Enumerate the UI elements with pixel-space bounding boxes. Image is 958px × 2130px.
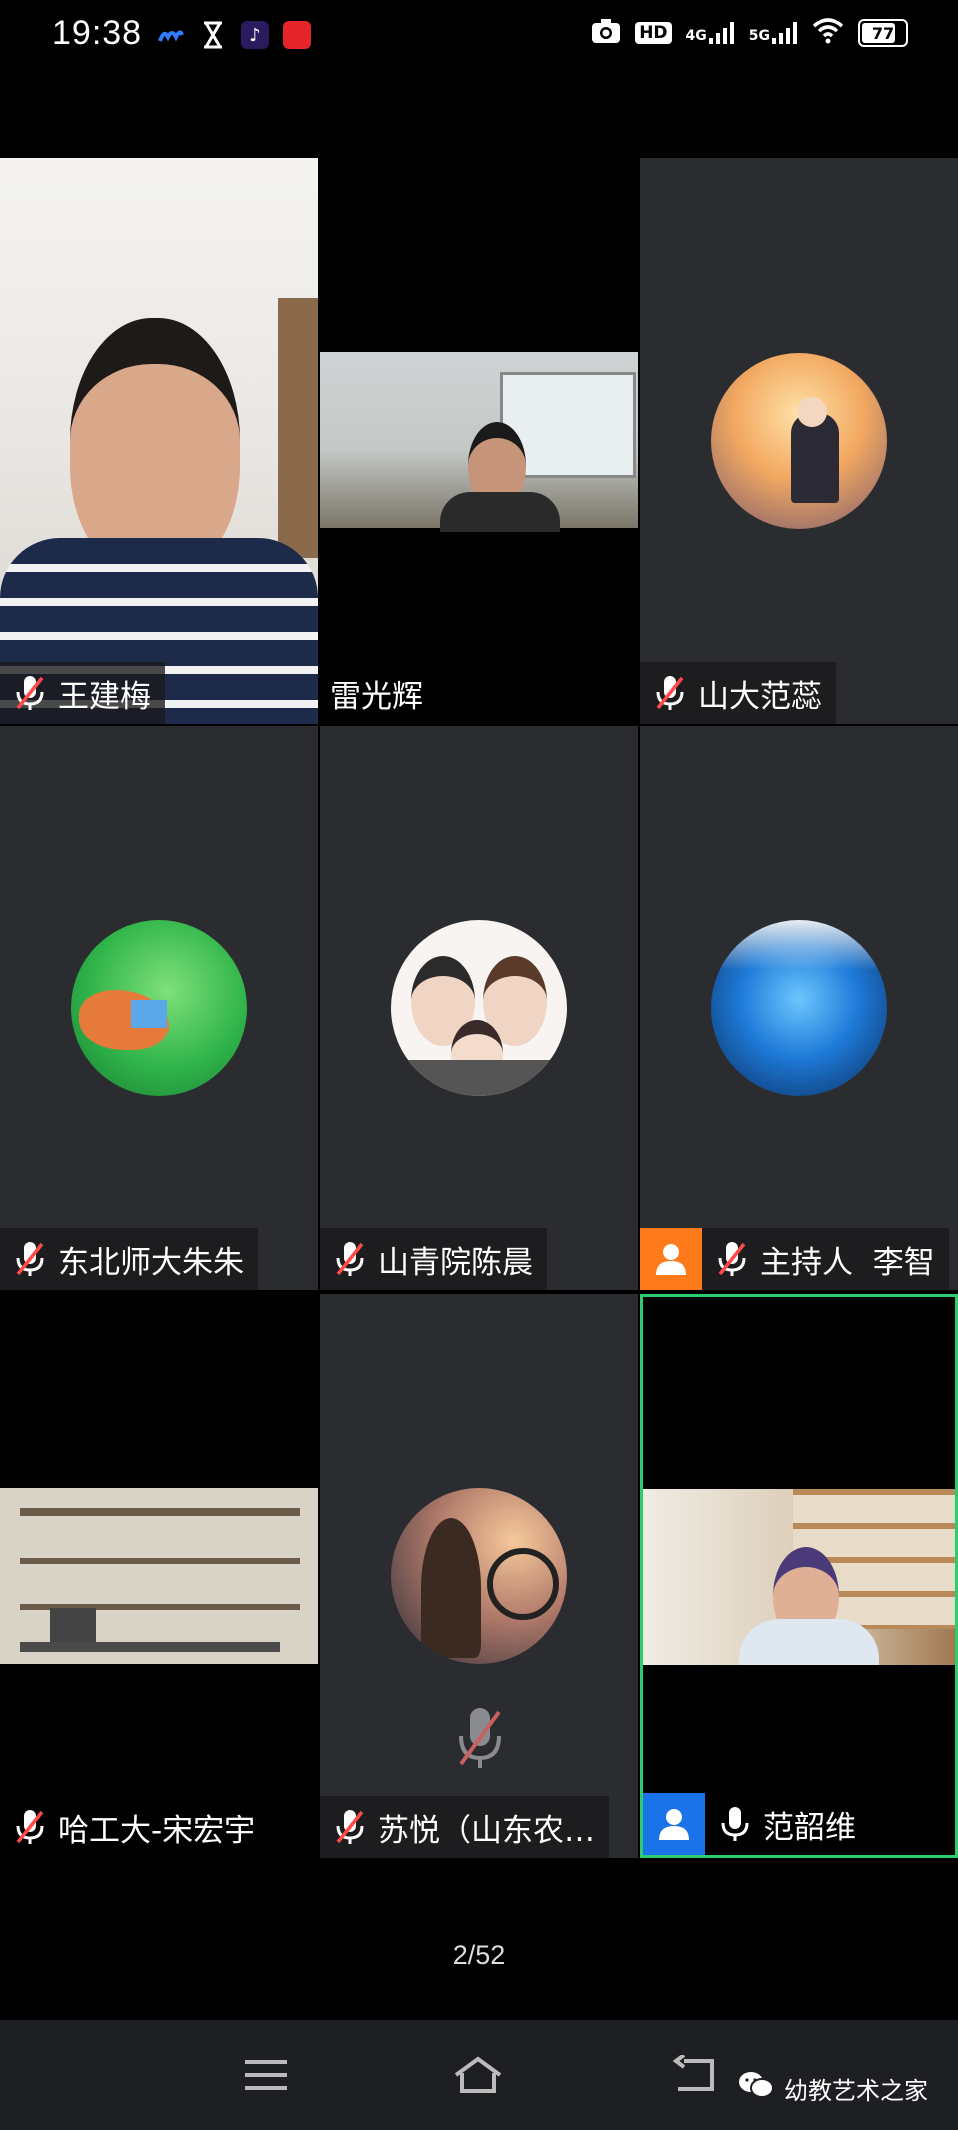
- battery-icon: 77: [858, 19, 908, 47]
- back-nav-button[interactable]: [664, 2050, 724, 2100]
- mic-muted-icon: [10, 673, 50, 713]
- bookshelf-background: [278, 298, 318, 558]
- participant-name: 山青院陈晨: [378, 1244, 533, 1281]
- mic-muted-icon: [330, 1239, 370, 1279]
- mic-on-icon: [715, 1804, 755, 1844]
- page-indicator: 2/52: [452, 1940, 506, 1970]
- participant-name: 王建梅: [58, 678, 151, 715]
- mic-muted-icon: [650, 673, 690, 713]
- participant-name: 雷光辉: [330, 678, 423, 715]
- home-nav-button[interactable]: [448, 2050, 508, 2100]
- participant-avatar: [391, 1488, 567, 1664]
- participant-avatar: [711, 920, 887, 1096]
- host-badge-icon: [640, 1228, 702, 1290]
- participant-tile[interactable]: 山青院陈晨: [320, 726, 638, 1290]
- participant-avatar: [391, 920, 567, 1096]
- participant-namebar: 范韶维: [705, 1793, 870, 1855]
- participant-name: 主持人 李智: [760, 1244, 935, 1281]
- participant-tile[interactable]: 东北师大朱朱: [0, 726, 318, 1290]
- participant-namebar: 雷光辉: [320, 662, 437, 724]
- participant-avatar: [71, 920, 247, 1096]
- hd-voice-icon: HD: [635, 22, 672, 44]
- participant-name: 东北师大朱朱: [58, 1244, 244, 1281]
- participant-video: [320, 352, 638, 532]
- news-app-icon: [282, 20, 312, 50]
- person-body: [440, 492, 560, 532]
- participant-namebar: 主持人 李智: [702, 1228, 949, 1290]
- participant-tile[interactable]: 哈工大-宋宏宇: [0, 1294, 318, 1858]
- wechat-icon: [738, 2070, 774, 2106]
- hourglass-icon: [198, 20, 228, 50]
- self-badge-icon: [643, 1793, 705, 1855]
- participant-name: 山大范蕊: [698, 678, 822, 715]
- mic-muted-icon: [330, 1807, 370, 1847]
- status-time: 19:38: [52, 14, 143, 52]
- mic-muted-icon: [10, 1239, 50, 1279]
- mic-muted-icon: [10, 1807, 50, 1847]
- participant-tile[interactable]: 主持人 李智: [640, 726, 958, 1290]
- participant-tile[interactable]: 山大范蕊: [640, 158, 958, 724]
- person-head: [70, 318, 240, 574]
- participant-name: 哈工大-宋宏宇: [58, 1812, 256, 1849]
- participant-video: [0, 1488, 318, 1664]
- participant-name: 苏悦（山东农…: [378, 1812, 595, 1849]
- participant-avatar: [711, 353, 887, 529]
- participant-namebar: 山青院陈晨: [320, 1228, 547, 1290]
- participant-video: [643, 1489, 955, 1665]
- app-notification-icon: [156, 20, 186, 50]
- participant-tile[interactable]: 雷光辉: [320, 158, 638, 724]
- participant-namebar: 王建梅: [0, 662, 165, 724]
- watermark-text: 幼教艺术之家: [784, 2076, 928, 2105]
- participant-namebar: 哈工大-宋宏宇: [0, 1796, 269, 1858]
- status-bar: 19:38 ♪ HD 4G 5G 77: [0, 0, 958, 72]
- wifi-icon: [812, 18, 844, 48]
- participant-namebar: 山大范蕊: [640, 662, 836, 724]
- participant-namebar: 东北师大朱朱: [0, 1228, 258, 1290]
- participant-namebar: 苏悦（山东农…: [320, 1796, 609, 1858]
- participant-tile[interactable]: 王建梅: [0, 158, 318, 724]
- participant-name: 范韶维: [763, 1809, 856, 1846]
- participant-tile[interactable]: 苏悦（山东农…: [320, 1294, 638, 1858]
- signal-4g-icon: 4G: [686, 22, 735, 44]
- mic-muted-large-icon: [455, 1704, 505, 1774]
- tiktok-icon: ♪: [240, 20, 270, 50]
- wechat-watermark: 幼教艺术之家: [738, 2070, 928, 2106]
- mic-muted-icon: [712, 1239, 752, 1279]
- signal-5g-icon: 5G: [749, 22, 798, 44]
- menu-nav-button[interactable]: [236, 2050, 296, 2100]
- camera-icon: [591, 18, 621, 48]
- participant-tile-active[interactable]: 范韶维: [640, 1294, 958, 1858]
